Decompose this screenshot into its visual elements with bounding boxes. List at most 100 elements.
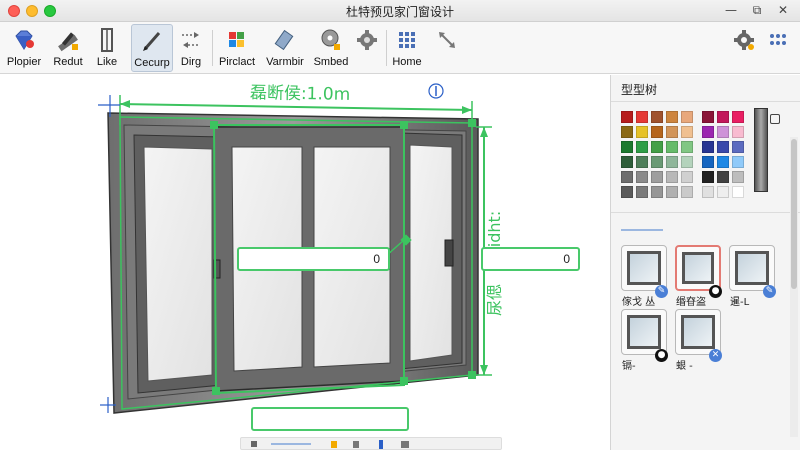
sash-handle[interactable] — [444, 239, 454, 267]
color-swatch[interactable] — [666, 111, 678, 123]
color-swatch[interactable] — [702, 126, 714, 138]
cd-icon — [321, 29, 340, 50]
thumbnail-label: 暹-L — [730, 297, 750, 308]
tool-label: Plopier — [6, 56, 42, 68]
sash-dimension-input[interactable]: 0 — [237, 247, 390, 271]
color-swatch[interactable] — [717, 111, 729, 123]
minimize-icon[interactable]: — — [722, 2, 740, 18]
color-swatch[interactable] — [681, 126, 693, 138]
color-swatch[interactable] — [732, 156, 744, 168]
height-dimension-input[interactable]: 0 — [481, 247, 580, 271]
thumbnail-badge-icon[interactable]: ● — [709, 285, 722, 298]
tool-label: Smbed — [313, 56, 349, 68]
color-swatch[interactable] — [717, 156, 729, 168]
app-window: 杜特预见家门窗设计 — ⧉ ✕ Plopier Redut Like Cecur… — [0, 0, 800, 450]
dimension-right-bottom-label[interactable]: 尿偲 — [485, 284, 504, 316]
tool-home[interactable]: Home — [390, 24, 424, 72]
color-swatch[interactable] — [702, 141, 714, 153]
tool-cecurp[interactable]: Cecurp — [131, 24, 173, 72]
color-swatch[interactable] — [732, 141, 744, 153]
thumbnail-badge-icon[interactable]: ✎ — [763, 285, 776, 298]
color-swatch[interactable] — [666, 171, 678, 183]
color-swatch[interactable] — [621, 156, 633, 168]
title-bar: 杜特预见家门窗设计 — ⧉ ✕ — [0, 0, 800, 22]
thumbnail-label: 镉- — [622, 361, 636, 372]
thumbnail-badge-icon[interactable]: ✎ — [655, 285, 668, 298]
color-swatch[interactable] — [681, 111, 693, 123]
pencil-icon — [143, 32, 161, 51]
color-swatch[interactable] — [717, 171, 729, 183]
tool-label: Like — [96, 56, 118, 68]
gear-icon — [734, 30, 754, 50]
color-swatch[interactable] — [636, 171, 648, 183]
color-swatch[interactable] — [717, 126, 729, 138]
color-swatch[interactable] — [651, 186, 663, 198]
color-swatch[interactable] — [636, 126, 648, 138]
properties-panel: 型型树 ✎ 傢戈 丛 ● 缗昚盗 ✎ 暹-L ● 镉- ✕ 蛝 - — [610, 75, 800, 450]
canvas-bottom-toolbar[interactable] — [240, 437, 502, 450]
color-swatch[interactable] — [651, 171, 663, 183]
color-swatch[interactable] — [621, 126, 633, 138]
color-swatch[interactable] — [651, 156, 663, 168]
color-swatch[interactable] — [732, 186, 744, 198]
tool-pirclact[interactable]: Pirclact — [216, 24, 258, 72]
color-swatch[interactable] — [681, 156, 693, 168]
tool-plopier[interactable]: Plopier — [4, 24, 44, 72]
tool-varmbir[interactable]: Varmbir — [260, 24, 310, 72]
color-swatch[interactable] — [702, 186, 714, 198]
thumbnail-image — [681, 315, 715, 349]
restore-icon[interactable]: ⧉ — [748, 2, 766, 18]
color-swatch[interactable] — [681, 186, 693, 198]
color-swatch[interactable] — [636, 156, 648, 168]
grid-icon — [399, 32, 415, 48]
bottom-dimension-input[interactable] — [251, 407, 409, 431]
tool-smbed[interactable]: Smbed — [310, 24, 352, 72]
color-swatch[interactable] — [732, 126, 744, 138]
panel-scrollbar-thumb[interactable] — [791, 139, 797, 289]
color-swatch[interactable] — [666, 126, 678, 138]
tool-dirg[interactable]: Dirg — [176, 24, 206, 72]
more-button[interactable] — [764, 24, 792, 72]
color-swatch[interactable] — [681, 141, 693, 153]
color-swatch[interactable] — [621, 111, 633, 123]
thumbnail-badge-icon[interactable]: ● — [655, 349, 668, 362]
design-canvas[interactable]: 磊断侯:1.0m Hidht: 尿偲 0 0 — [0, 75, 610, 450]
bottom-tool-icons[interactable] — [251, 440, 409, 449]
thumbnail-image — [682, 252, 714, 284]
chip-gear-icon — [357, 30, 377, 50]
color-swatch[interactable] — [666, 186, 678, 198]
tool-diagonal[interactable] — [432, 24, 462, 72]
section-underline — [621, 229, 663, 231]
thumbnail-label: 傢戈 丛 — [622, 297, 656, 308]
color-swatch[interactable] — [702, 111, 714, 123]
color-swatch[interactable] — [621, 141, 633, 153]
color-swatch[interactable] — [621, 186, 633, 198]
color-swatch[interactable] — [651, 111, 663, 123]
color-swatch[interactable] — [732, 111, 744, 123]
color-swatch[interactable] — [702, 156, 714, 168]
gear-button[interactable] — [730, 24, 758, 72]
toolbar-separator — [386, 30, 387, 66]
color-swatch[interactable] — [621, 171, 633, 183]
color-swatch[interactable] — [702, 171, 714, 183]
window-toggle-icon[interactable] — [770, 114, 780, 124]
color-swatch[interactable] — [636, 186, 648, 198]
color-swatch[interactable] — [732, 171, 744, 183]
color-swatch[interactable] — [636, 141, 648, 153]
color-swatch[interactable] — [681, 171, 693, 183]
tool-redut[interactable]: Redut — [48, 24, 88, 72]
tool-label: Pirclact — [218, 56, 256, 68]
color-swatch[interactable] — [651, 126, 663, 138]
color-swatch[interactable] — [717, 186, 729, 198]
close-icon[interactable]: ✕ — [774, 2, 792, 18]
left-glass — [143, 146, 213, 382]
dimension-top-label[interactable]: 磊断侯:1.0m — [250, 83, 351, 105]
color-swatch[interactable] — [717, 141, 729, 153]
color-swatch[interactable] — [636, 111, 648, 123]
tool-like[interactable]: Like — [90, 24, 124, 72]
color-swatch[interactable] — [666, 156, 678, 168]
color-swatch[interactable] — [651, 141, 663, 153]
thumbnail-badge-icon[interactable]: ✕ — [709, 349, 722, 362]
color-swatch[interactable] — [666, 141, 678, 153]
tool-settings-chip[interactable] — [352, 24, 382, 72]
